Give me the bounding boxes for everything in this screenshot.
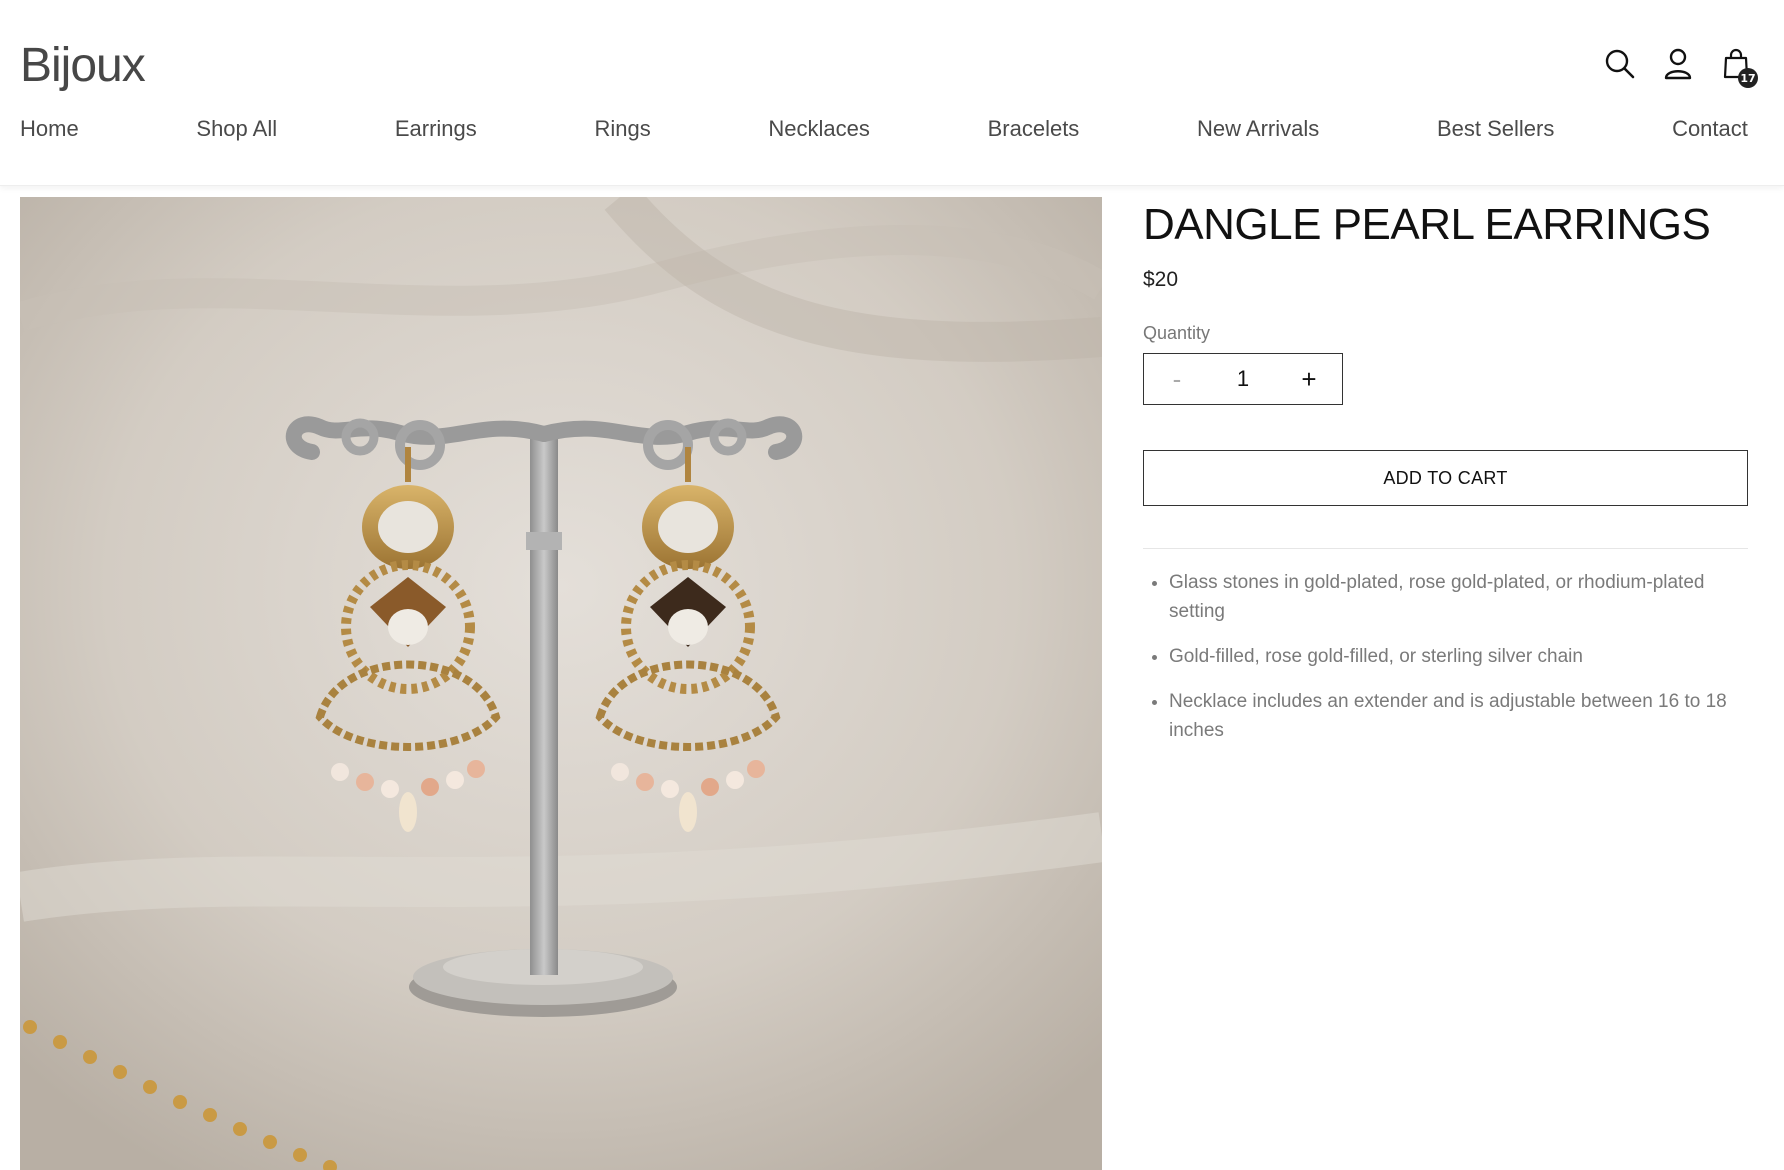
user-icon[interactable] bbox=[1660, 46, 1696, 82]
nav-item-necklaces[interactable]: Necklaces bbox=[768, 116, 869, 142]
product-image bbox=[20, 197, 1102, 1170]
product-title: DANGLE PEARL EARRINGS bbox=[1143, 200, 1711, 249]
product-price: $20 bbox=[1143, 268, 1179, 291]
search-icon[interactable] bbox=[1602, 46, 1638, 82]
quantity-label: Quantity bbox=[1143, 323, 1211, 343]
feature-item: Necklace includes an extender and is adj… bbox=[1169, 687, 1748, 745]
nav-item-contact[interactable]: Contact bbox=[1672, 116, 1748, 142]
quantity-increase-button[interactable]: + bbox=[1294, 364, 1324, 395]
nav-item-earrings[interactable]: Earrings bbox=[395, 116, 477, 142]
product-features: Glass stones in gold-plated, rose gold-p… bbox=[1143, 568, 1748, 761]
header-icons: 17 bbox=[1602, 46, 1758, 88]
nav-item-best-sellers[interactable]: Best Sellers bbox=[1437, 116, 1554, 142]
nav-item-bracelets[interactable]: Bracelets bbox=[988, 116, 1080, 142]
nav-item-new-arrivals[interactable]: New Arrivals bbox=[1197, 116, 1319, 142]
main-nav: Home Shop All Earrings Rings Necklaces B… bbox=[20, 116, 1748, 142]
site-header: Bijoux 17 Home Shop All Earrings Rings N… bbox=[0, 0, 1784, 186]
shopping-bag-icon[interactable]: 17 bbox=[1718, 46, 1758, 88]
nav-item-rings[interactable]: Rings bbox=[594, 116, 650, 142]
quantity-decrease-button[interactable]: - bbox=[1162, 364, 1192, 395]
cart-count-badge: 17 bbox=[1738, 68, 1758, 88]
feature-item: Gold-filled, rose gold-filled, or sterli… bbox=[1169, 642, 1748, 671]
add-to-cart-button[interactable]: ADD TO CART bbox=[1143, 450, 1748, 506]
quantity-stepper: - 1 + bbox=[1143, 353, 1343, 405]
feature-item: Glass stones in gold-plated, rose gold-p… bbox=[1169, 568, 1748, 626]
divider bbox=[1143, 548, 1748, 549]
brand-logo[interactable]: Bijoux bbox=[20, 38, 146, 93]
nav-item-home[interactable]: Home bbox=[20, 116, 79, 142]
quantity-value[interactable]: 1 bbox=[1237, 366, 1249, 392]
nav-item-shop-all[interactable]: Shop All bbox=[196, 116, 277, 142]
